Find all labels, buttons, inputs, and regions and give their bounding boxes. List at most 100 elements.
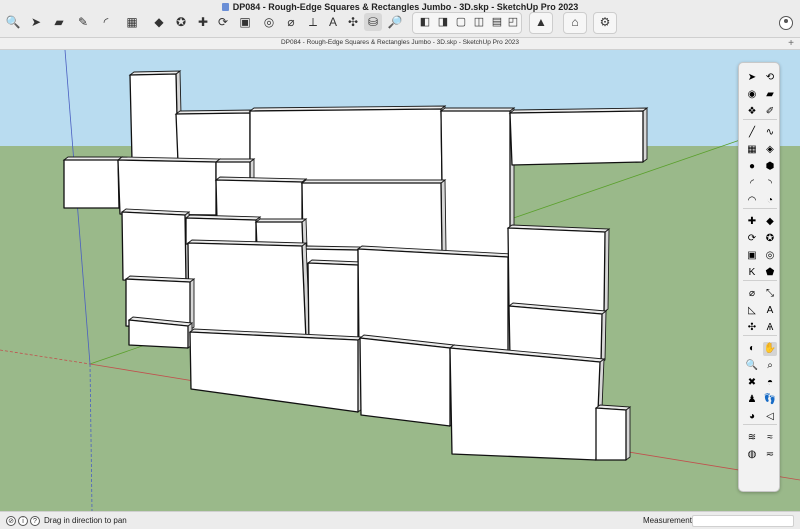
stone-block[interactable] <box>359 337 451 427</box>
rectangle-icon[interactable]: ▦ <box>123 13 141 31</box>
instructor-icon[interactable]: ? <box>30 516 40 526</box>
arc-icon[interactable]: ◜ <box>745 177 759 191</box>
walk-icon[interactable]: 👣 <box>763 393 777 407</box>
palette-separator <box>743 208 777 209</box>
paint-icon[interactable]: ◉ <box>745 88 759 102</box>
status-bar: ⊘ i ? Drag in direction to pan Measureme… <box>0 511 800 529</box>
stone-block[interactable] <box>63 159 120 209</box>
zoom-icon[interactable]: 🔍 <box>745 359 759 373</box>
stone-block[interactable] <box>595 407 627 461</box>
zoom-window-icon[interactable]: ⌕ <box>763 359 777 373</box>
search-icon[interactable]: 🔍 <box>4 13 22 31</box>
pencil-line-icon[interactable]: ✎ <box>74 13 92 31</box>
document-tab-title[interactable]: DP084 - Rough-Edge Squares & Rectangles … <box>0 39 800 46</box>
select-icon[interactable]: ➤ <box>745 71 759 85</box>
rectangle-icon[interactable]: ▦ <box>745 143 759 157</box>
sandbox-from-contours-icon[interactable]: ≋ <box>745 431 759 445</box>
eraser-icon[interactable]: ▰ <box>50 13 68 31</box>
left-view-icon[interactable]: ◰ <box>504 13 522 31</box>
info-icon[interactable]: i <box>18 516 28 526</box>
follow-me-icon[interactable]: ✪ <box>172 13 190 31</box>
eraser-icon[interactable]: ▰ <box>763 88 777 102</box>
look-around-icon[interactable]: ◕ <box>745 410 759 424</box>
iso-view-icon[interactable]: ◧ <box>416 13 434 31</box>
move-icon[interactable]: ✚ <box>745 215 759 229</box>
new-tab-button[interactable]: + <box>788 38 794 49</box>
stone-block[interactable] <box>507 227 606 313</box>
document-tab-bar: DP084 - Rough-Edge Squares & Rectangles … <box>0 38 800 50</box>
position-camera-icon[interactable]: ♟ <box>745 393 759 407</box>
arc-icon[interactable]: ◜ <box>97 13 115 31</box>
push-pull-icon[interactable]: ◆ <box>150 13 168 31</box>
previous-view-icon[interactable]: ◓ <box>763 376 777 390</box>
stone-block[interactable] <box>509 110 644 166</box>
stone-block[interactable] <box>129 73 179 161</box>
select-arrow-icon[interactable]: ➤ <box>27 13 45 31</box>
components-icon[interactable]: ❖ <box>745 105 759 119</box>
circle-icon[interactable]: ● <box>745 160 759 174</box>
top-view-icon[interactable]: ◨ <box>434 13 452 31</box>
text-icon[interactable]: A <box>324 13 342 31</box>
smoove-icon[interactable]: ◍ <box>745 448 759 462</box>
sandbox-scratch-icon[interactable]: ≈ <box>763 431 777 445</box>
orbit-icon[interactable]: ⟲ <box>763 71 777 85</box>
front-view-icon[interactable]: ▢ <box>452 13 470 31</box>
section-plane-icon[interactable]: ◐ <box>745 342 759 356</box>
offset-icon[interactable]: ◎ <box>260 13 278 31</box>
user-account-icon[interactable] <box>779 16 793 30</box>
tape-measure-icon[interactable]: ⌀ <box>745 287 759 301</box>
title-bar: DP084 - Rough-Edge Squares & Rectangles … <box>0 0 800 38</box>
follow-me-icon[interactable]: ✪ <box>763 232 777 246</box>
stone-block[interactable] <box>187 242 307 341</box>
palette-separator <box>743 424 777 425</box>
push-pull-icon[interactable]: ◆ <box>763 215 777 229</box>
scene[interactable] <box>0 50 800 511</box>
scale-icon[interactable]: ▣ <box>745 249 759 263</box>
protractor-icon[interactable]: ◺ <box>745 304 759 318</box>
rotated-rectangle-icon[interactable]: ◈ <box>763 143 777 157</box>
warehouse-icon[interactable]: ⌂ <box>566 13 584 31</box>
zoom-extents-icon[interactable]: ✖ <box>745 376 759 390</box>
dimension-icon[interactable]: ⟂ <box>304 13 322 31</box>
text-icon[interactable]: A <box>763 304 777 318</box>
flip-icon[interactable]: K <box>745 266 759 280</box>
stone-block[interactable] <box>440 110 511 259</box>
offset-icon[interactable]: ◎ <box>763 249 777 263</box>
rotate-icon[interactable]: ⟳ <box>745 232 759 246</box>
dimension-icon[interactable]: ⤡ <box>763 287 777 301</box>
stone-block[interactable] <box>301 182 443 254</box>
3d-text-icon[interactable]: Ѧ <box>763 321 777 335</box>
stone-block[interactable] <box>121 211 187 283</box>
two-point-arc-icon[interactable]: ◝ <box>763 177 777 191</box>
stone-block[interactable] <box>249 108 443 183</box>
geo-location-icon[interactable]: ⊘ <box>6 516 16 526</box>
freehand-icon[interactable]: ∿ <box>763 126 777 140</box>
palette-separator <box>743 119 777 120</box>
axes-icon[interactable]: ✣ <box>745 321 759 335</box>
pie-icon[interactable]: ◔ <box>763 194 777 208</box>
model-viewport[interactable] <box>0 50 800 511</box>
extension-icon[interactable]: ⚙ <box>596 13 614 31</box>
right-view-icon[interactable]: ◫ <box>470 13 488 31</box>
polygon-icon[interactable]: ⬢ <box>763 160 777 174</box>
stone-block[interactable] <box>175 112 251 163</box>
solid-tools-icon[interactable]: ⬟ <box>763 266 777 280</box>
measurements-field[interactable] <box>692 515 794 527</box>
tag-icon[interactable]: ✐ <box>763 105 777 119</box>
pan-icon[interactable]: ✋ <box>763 342 777 356</box>
line-icon[interactable]: ╱ <box>745 126 759 140</box>
styles-icon[interactable]: ▲ <box>532 13 550 31</box>
scale-icon[interactable]: ▣ <box>236 13 254 31</box>
palette-separator <box>743 280 777 281</box>
stamp-icon[interactable]: ≂ <box>763 448 777 462</box>
zoom-icon[interactable]: 🔎 <box>386 13 404 31</box>
move-icon[interactable]: ✚ <box>194 13 212 31</box>
stone-block[interactable] <box>117 159 217 216</box>
three-point-arc-icon[interactable]: ◠ <box>745 194 759 208</box>
stone-block[interactable] <box>449 347 601 461</box>
tape-measure-icon[interactable]: ⌀ <box>282 13 300 31</box>
sound-icon[interactable]: ◁ <box>763 410 777 424</box>
paint-bucket-icon[interactable]: ⛁ <box>364 13 382 31</box>
rotate-icon[interactable]: ⟳ <box>214 13 232 31</box>
axes-icon[interactable]: ✣ <box>344 13 362 31</box>
